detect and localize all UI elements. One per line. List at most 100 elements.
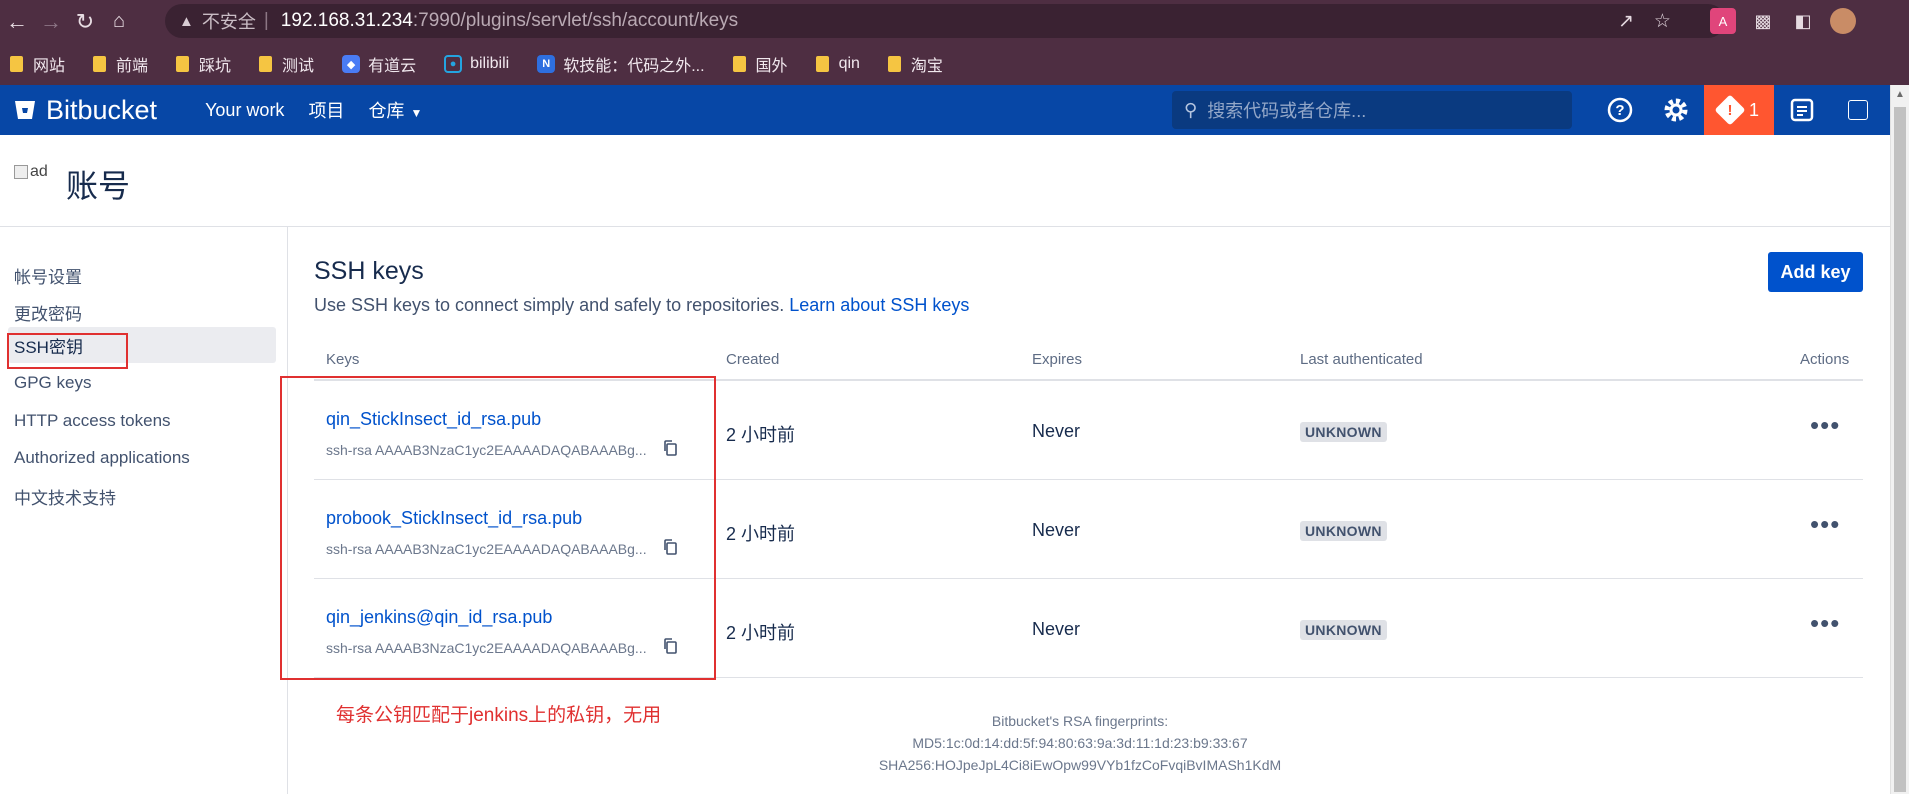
bitbucket-icon [15,101,35,119]
annotation-box [280,376,716,680]
logo-text: Bitbucket [46,94,158,125]
sidebar-item-http-tokens[interactable]: HTTP access tokens [8,403,276,439]
sidebar-item-change-password[interactable]: 更改密码 [8,294,276,330]
forward-icon[interactable]: → [34,5,68,39]
bilibili-icon: ● [444,55,463,73]
bookmark-label: 网站 [33,58,66,75]
notes-icon[interactable] [1774,85,1830,135]
column-actions: Actions [1800,351,1850,368]
status-badge: UNKNOWN [1300,422,1387,442]
bookmark-item[interactable]: 测试 [259,52,314,76]
fingerprint-md5: MD5:1c:0d:14:dd:5f:94:80:63:9a:3d:11:1d:… [912,735,1248,751]
bookmark-item[interactable]: 网站 [10,52,65,76]
more-actions-icon[interactable]: ••• [1810,608,1840,639]
column-created: Created [726,351,780,368]
broken-image-icon [14,165,28,179]
alert-count: 1 [1748,99,1759,120]
url-host: 192.168.31.234 [280,10,413,31]
insecure-label: 不安全 [201,12,256,32]
bookmark-item[interactable]: ◆ 有道云 [342,52,416,76]
bookmark-item[interactable]: 踩坑 [176,52,231,76]
folder-icon [176,56,190,72]
more-actions-icon[interactable]: ••• [1810,509,1840,540]
nav-repositories[interactable]: 仓库 ▼ [368,97,422,123]
page-scrollbar[interactable]: ▲ [1890,85,1909,794]
bookmark-item[interactable]: qin [815,55,860,73]
bookmark-label: bilibili [470,55,510,72]
expires-value: Never [1032,619,1081,639]
folder-icon [732,56,746,72]
folder-icon [887,56,901,72]
account-sidebar: 帐号设置 更改密码 SSH密钥 GPG keys HTTP access tok… [0,227,288,794]
bitbucket-logo[interactable]: Bitbucket [14,95,157,126]
sidebar-item-authorized-apps[interactable]: Authorized applications [8,440,276,476]
alert-button[interactable]: ! 1 [1704,85,1774,135]
sidebar-item-account-settings[interactable]: 帐号设置 [8,257,276,293]
n-logo-icon: N [537,55,556,73]
help-icon[interactable]: ? [1592,85,1648,135]
fingerprint-heading: Bitbucket's RSA fingerprints: [991,713,1169,729]
page-title: 账号 [66,168,131,204]
sidepanel-icon[interactable]: ◧ [1790,8,1816,34]
learn-ssh-link[interactable]: Learn about SSH keys [789,295,969,315]
share-icon[interactable]: ↗ [1618,10,1634,33]
back-icon[interactable]: ← [0,5,34,39]
status-badge: UNKNOWN [1300,521,1387,541]
expires-value: Never [1032,421,1081,441]
annotation-text: 每条公钥匹配于jenkins上的私钥，无用 [336,705,662,726]
add-key-button[interactable]: Add key [1768,252,1863,292]
bookmark-item[interactable]: 淘宝 [887,52,943,76]
bookmark-label: 淘宝 [910,58,943,75]
sidebar-item-gpg-keys[interactable]: GPG keys [8,365,276,401]
star-icon[interactable]: ☆ [1654,10,1671,33]
address-bar[interactable]: ▲ 不安全 | 192.168.31.234 :7990/plugins/ser… [165,4,1725,38]
svg-text:?: ? [1615,102,1624,119]
created-value: 2 小时前 [726,425,796,445]
bookmark-label: 有道云 [368,58,417,75]
nav-projects[interactable]: 项目 [308,97,344,123]
translate-extension-icon[interactable]: A [1710,8,1736,34]
puzzle-icon[interactable]: ▩ [1750,8,1776,34]
alert-icon: ! [1714,94,1746,126]
created-value: 2 小时前 [726,524,796,544]
user-avatar[interactable] [1830,85,1886,135]
avatar-alt: ad [30,163,48,180]
column-expires: Expires [1032,351,1083,368]
profile-avatar[interactable] [1830,8,1856,34]
section-description: Use SSH keys to connect simply and safel… [314,295,969,316]
home-icon[interactable]: ⌂ [102,5,136,39]
nav-repositories-label: 仓库 [368,101,405,121]
sidebar-item-chinese-support[interactable]: 中文技术支持 [8,478,276,514]
folder-icon [93,56,107,72]
section-title: SSH keys [314,257,424,285]
avatar: ad [14,163,48,181]
annotation-box [7,333,128,369]
separator: | [263,10,269,31]
search-icon: ⚲ [1184,99,1198,120]
gear-icon[interactable] [1648,85,1704,135]
expires-value: Never [1032,520,1081,540]
more-actions-icon[interactable]: ••• [1810,410,1840,441]
description-text: Use SSH keys to connect simply and safel… [314,295,785,315]
bookmark-item[interactable]: N 软技能：代码之外... [537,52,705,76]
search-input[interactable]: ⚲ 搜索代码或者仓库... [1172,91,1572,129]
status-badge: UNKNOWN [1300,620,1387,640]
url-path: :7990/plugins/servlet/ssh/account/keys [412,10,739,31]
youdao-icon: ◆ [342,55,361,73]
scroll-up-icon[interactable]: ▲ [1895,89,1905,100]
bookmarks-bar: 网站 前端 踩坑 测试 ◆ 有道云 ● bilibili N 软技能：代码之外... … [0,43,1909,85]
scrollbar-thumb[interactable] [1894,107,1906,792]
bookmark-label: 踩坑 [199,58,232,75]
bookmark-item[interactable]: 国外 [732,52,788,76]
bookmark-item[interactable]: 前端 [93,52,148,76]
folder-icon [259,56,273,72]
page-header: ad 账号 [0,135,1890,227]
reload-icon[interactable]: ↻ [68,5,102,39]
nav-your-work[interactable]: Your work [205,100,284,121]
column-last-authenticated: Last authenticated [1300,351,1423,368]
chevron-down-icon: ▼ [410,106,423,120]
bookmark-item[interactable]: ● bilibili [444,55,509,73]
bookmark-label: 软技能：代码之外... [563,58,705,75]
bookmark-label: qin [838,55,860,72]
column-keys: Keys [326,351,360,368]
